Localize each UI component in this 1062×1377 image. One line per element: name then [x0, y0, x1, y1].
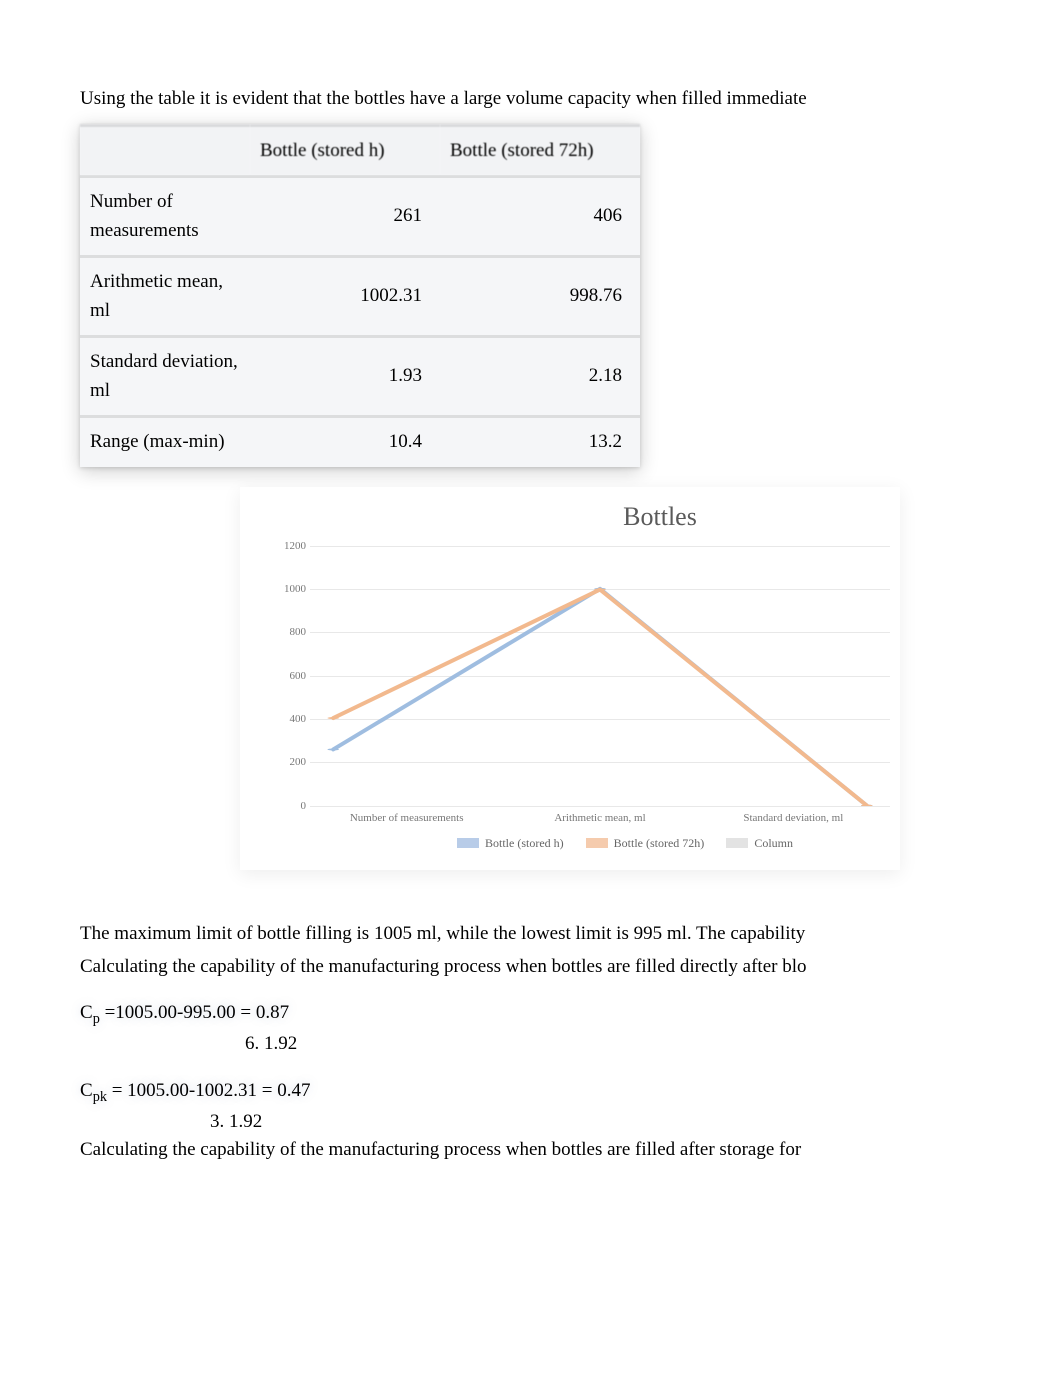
legend-item: Bottle (stored h) [457, 834, 564, 852]
y-tick-label: 400 [272, 711, 306, 728]
row-value: 13.2 [440, 415, 640, 467]
table-row: Standard deviation, ml1.932.18 [80, 335, 640, 415]
legend-swatch-grey [726, 838, 748, 848]
legend-label: Bottle (stored 72h) [614, 834, 705, 852]
table-row: Arithmetic mean, ml1002.31998.76 [80, 255, 640, 335]
chart-legend: Bottle (stored h) Bottle (stored 72h) Co… [350, 834, 900, 852]
row-value: 998.76 [440, 255, 640, 335]
paragraph: The maximum limit of bottle filling is 1… [80, 920, 1002, 949]
cp-denominator: 6. 1.92 [245, 1030, 1002, 1059]
row-label: Number of measurements [80, 175, 250, 255]
data-point [327, 717, 339, 719]
chart-title: Bottles [420, 497, 900, 536]
equation-cp: Cp =1005.00-995.00 = 0.87 6. 1.92 [80, 999, 1002, 1059]
paragraph: Calculating the capability of the manufa… [80, 953, 1002, 982]
row-label: Range (max-min) [80, 415, 250, 467]
row-value: 261 [250, 175, 440, 255]
y-tick-label: 800 [272, 624, 306, 641]
table-row: Range (max-min)10.413.2 [80, 415, 640, 467]
data-point [594, 588, 606, 590]
data-point [327, 748, 339, 750]
chart-plot-area: 020040060080010001200 [310, 546, 890, 806]
cpk-denominator: 3. 1.92 [210, 1108, 1002, 1137]
y-tick-label: 0 [272, 797, 306, 814]
row-value: 1.93 [250, 335, 440, 415]
legend-label: Column [754, 834, 793, 852]
cp-expression: =1005.00-995.00 = 0.87 [100, 1002, 289, 1023]
y-tick-label: 1200 [272, 537, 306, 554]
cpk-subscript: pk [93, 1088, 107, 1104]
table-row: Number of measurements261406 [80, 175, 640, 255]
y-tick-label: 600 [272, 667, 306, 684]
row-value: 2.18 [440, 335, 640, 415]
y-tick-label: 200 [272, 754, 306, 771]
series-line [333, 588, 867, 805]
cp-subscript: p [93, 1011, 100, 1027]
paragraph: Calculating the capability of the manufa… [80, 1136, 1002, 1165]
table-header-col1: Bottle (stored h) [250, 124, 440, 176]
series-line [333, 589, 867, 805]
intro-text: Using the table it is evident that the b… [80, 85, 1002, 114]
x-tick-label: Standard deviation, ml [697, 810, 890, 827]
body-text: The maximum limit of bottle filling is 1… [80, 920, 1002, 1165]
y-tick-label: 1000 [272, 581, 306, 598]
row-value: 1002.31 [250, 255, 440, 335]
legend-item: Bottle (stored 72h) [586, 834, 705, 852]
row-value: 406 [440, 175, 640, 255]
legend-label: Bottle (stored h) [485, 834, 564, 852]
data-table: Bottle (stored h) Bottle (stored 72h) Nu… [80, 124, 640, 467]
legend-swatch-blue [457, 838, 479, 848]
table-header-empty [80, 124, 250, 176]
cpk-expression: = 1005.00-1002.31 = 0.47 [107, 1080, 311, 1101]
legend-item: Column [726, 834, 793, 852]
legend-swatch-orange [586, 838, 608, 848]
grid-line [310, 806, 890, 807]
table-header-col2: Bottle (stored 72h) [440, 124, 640, 176]
cp-symbol: C [80, 1002, 93, 1023]
row-label: Arithmetic mean, ml [80, 255, 250, 335]
row-value: 10.4 [250, 415, 440, 467]
chart-svg [310, 546, 890, 806]
x-tick-label: Arithmetic mean, ml [503, 810, 696, 827]
cpk-symbol: C [80, 1080, 93, 1101]
row-label: Standard deviation, ml [80, 335, 250, 415]
chart-x-labels: Number of measurementsArithmetic mean, m… [310, 806, 890, 827]
x-tick-label: Number of measurements [310, 810, 503, 827]
chart-container: Bottles 020040060080010001200 Number of … [240, 487, 900, 871]
equation-cpk: Cpk = 1005.00-1002.31 = 0.47 3. 1.92 [80, 1077, 1002, 1137]
